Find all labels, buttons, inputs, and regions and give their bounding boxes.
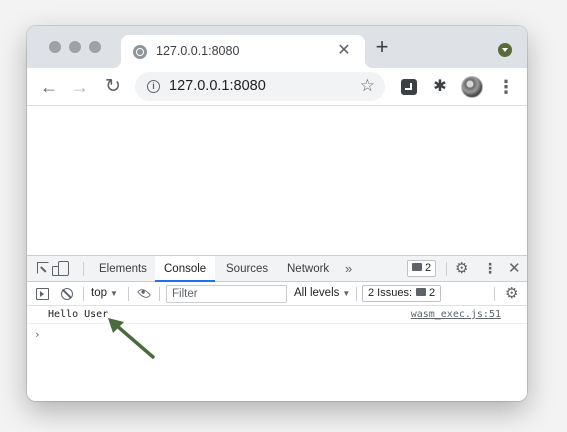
issues-button[interactable]: 2 Issues: 2 [362,285,442,302]
live-expression-eye-icon[interactable] [137,286,151,301]
console-toolbar: top▼ All levels▼ 2 Issues:2 ⚙ [27,282,527,306]
divider [446,262,447,276]
customize-menu-icon[interactable]: ⋮ [483,260,497,277]
tab-title: 127.0.0.1:8080 [156,44,240,58]
devtools-tab-bar: Elements Console Sources Network » 2 ⚙ ⋮… [27,256,527,282]
divider [159,287,160,301]
address-bar[interactable]: i 127.0.0.1:8080 ☆ [135,72,385,101]
message-icon [416,288,427,297]
browser-toolbar: ← → ↻ i 127.0.0.1:8080 ☆ ✱ ⋮ [27,68,527,106]
forward-button[interactable]: → [70,77,90,97]
divider [128,287,129,301]
minimize-window-button[interactable] [69,41,81,53]
zoom-window-button[interactable] [89,41,101,53]
new-tab-button[interactable]: + [371,36,393,58]
chevron-down-icon: ▼ [110,289,118,298]
site-info-icon[interactable]: i [147,80,160,93]
console-sidebar-icon[interactable] [36,288,49,300]
log-levels-value: All levels [294,287,340,299]
divider [83,287,84,301]
divider [83,262,84,276]
message-icon [412,263,422,272]
console-settings-gear-icon[interactable]: ⚙ [505,285,518,302]
log-source-link[interactable]: wasm_exec.js:51 [411,309,501,320]
clear-console-icon[interactable] [61,288,73,300]
inspect-element-icon[interactable] [37,262,49,274]
url-text[interactable]: 127.0.0.1:8080 [169,78,266,94]
console-prompt[interactable]: › [34,328,41,341]
tab-console[interactable]: Console [155,256,216,282]
menu-icon[interactable]: ⋮ [497,77,515,97]
avatar[interactable] [461,76,483,98]
filter-input[interactable] [166,285,287,303]
extension-icon[interactable] [401,79,417,95]
context-selector[interactable]: top ▼ [91,285,118,302]
messages-badge[interactable]: 2 [407,260,437,277]
globe-icon [133,45,147,59]
reload-button[interactable]: ↻ [103,77,123,97]
device-toolbar-icon[interactable] [52,261,69,276]
browser-tab[interactable]: 127.0.0.1:8080 ✕ [113,35,373,68]
annotation-arrow-icon [108,318,155,359]
divider [494,287,495,301]
settings-gear-icon[interactable]: ⚙ [455,260,468,277]
tab-strip: 127.0.0.1:8080 ✕ + [27,26,527,68]
tab-sources[interactable]: Sources [217,256,277,282]
chevron-down-icon: ▼ [342,289,351,298]
context-value: top [91,287,107,299]
issues-count: 2 [429,287,436,299]
issues-label: 2 Issues: [368,287,413,299]
tab-elements[interactable]: Elements [90,256,156,282]
log-levels-selector[interactable]: All levels ▼ [294,285,350,302]
divider [356,287,357,301]
puzzle-icon[interactable]: ✱ [432,79,448,95]
profile-icon[interactable] [498,43,512,57]
back-button[interactable]: ← [39,77,59,97]
close-window-button[interactable] [49,41,61,53]
tab-network[interactable]: Network [278,256,338,282]
messages-count: 2 [425,262,432,274]
star-icon[interactable]: ☆ [360,77,375,95]
close-devtools-icon[interactable]: ✕ [508,260,521,277]
close-tab-icon[interactable]: ✕ [335,42,353,60]
more-tabs-icon[interactable]: » [345,261,352,276]
